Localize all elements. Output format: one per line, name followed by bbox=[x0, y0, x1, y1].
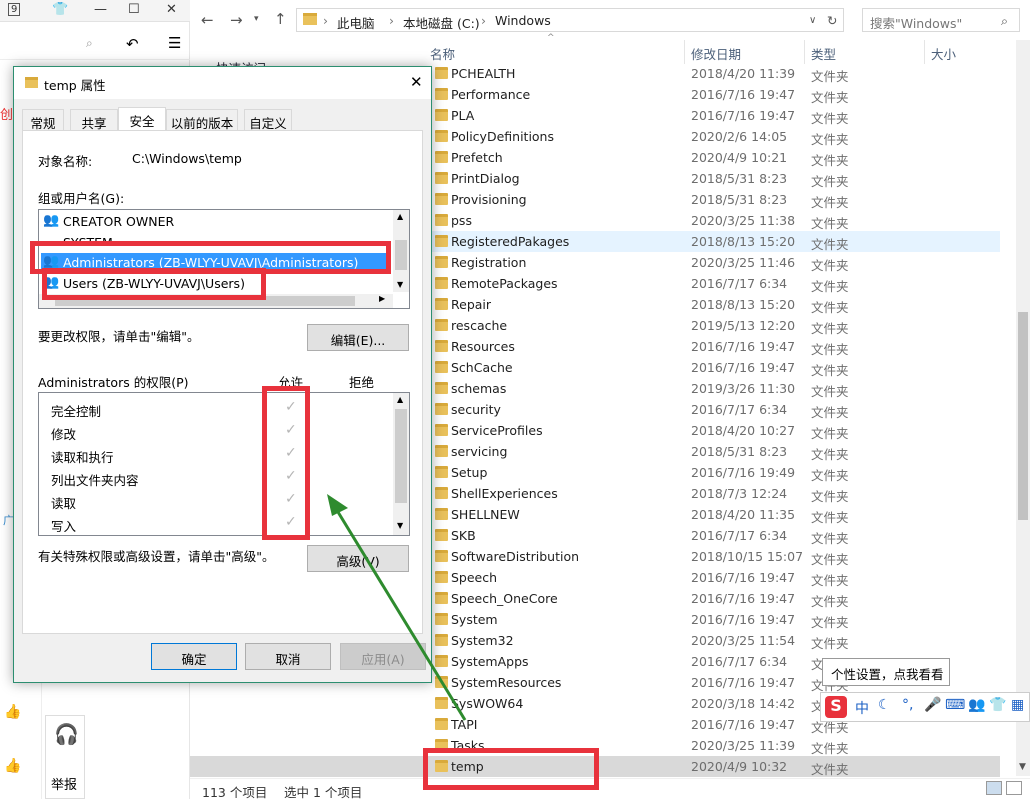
annotation-arrow bbox=[327, 494, 467, 721]
